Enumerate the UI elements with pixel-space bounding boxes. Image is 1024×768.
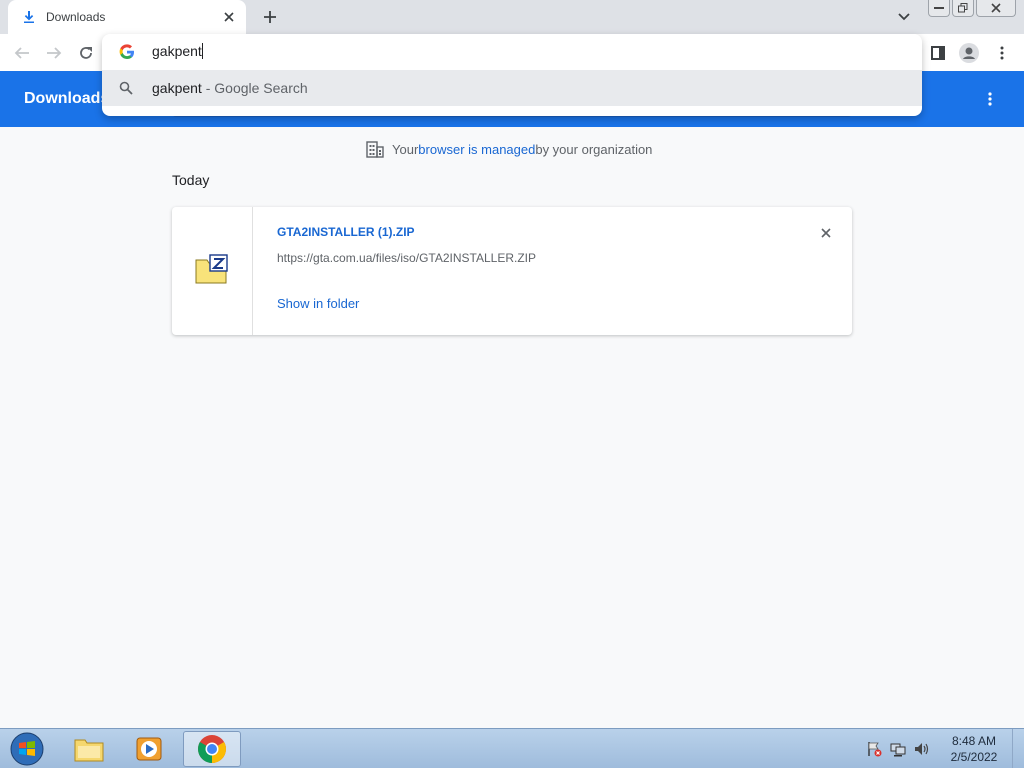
- restore-button[interactable]: [952, 0, 974, 17]
- clock-time: 8:48 AM: [951, 734, 997, 748]
- tab-title: Downloads: [46, 10, 106, 24]
- reload-icon[interactable]: [73, 40, 99, 66]
- window-controls: [928, 0, 1016, 17]
- network-icon[interactable]: [890, 741, 906, 757]
- managed-notice: Your browser is managed by your organiza…: [366, 140, 652, 158]
- profile-avatar-icon[interactable]: [956, 40, 982, 66]
- date-section-label: Today: [172, 172, 210, 188]
- text-caret: [201, 43, 203, 59]
- page-title: Downloads: [24, 90, 110, 107]
- start-button[interactable]: [4, 731, 50, 767]
- system-clock[interactable]: 8:48 AM 2/5/2022: [944, 733, 1004, 765]
- show-in-folder-link[interactable]: Show in folder: [277, 296, 359, 311]
- tab-strip: Downloads: [0, 0, 1024, 34]
- omnibox-dropdown: gakpent gakpent - Google Search: [102, 34, 922, 116]
- download-icon: [22, 10, 36, 24]
- side-panel-icon[interactable]: [925, 40, 951, 66]
- action-center-flag-icon[interactable]: [866, 741, 882, 757]
- suggestion-suffix: - Google Search: [201, 80, 308, 96]
- taskbar: 8:48 AM 2/5/2022: [0, 728, 1024, 768]
- omnibox-suggestion[interactable]: gakpent - Google Search: [102, 70, 922, 106]
- forward-arrow-icon[interactable]: [41, 40, 67, 66]
- suggestion-query: gakpent: [152, 80, 202, 96]
- managed-suffix: by your organization: [535, 141, 653, 157]
- address-bar[interactable]: gakpent: [102, 34, 922, 70]
- search-icon: [119, 81, 133, 95]
- file-source-url[interactable]: https://gta.com.ua/files/iso/GTA2INSTALL…: [277, 251, 536, 265]
- taskbar-chrome[interactable]: [183, 731, 241, 767]
- taskbar-file-explorer[interactable]: [60, 731, 118, 767]
- taskbar-media-player[interactable]: [120, 731, 178, 767]
- zip-file-icon: [195, 253, 229, 289]
- google-g-icon: [119, 44, 135, 60]
- clock-date: 2/5/2022: [950, 750, 998, 764]
- show-desktop-button[interactable]: [1012, 729, 1024, 768]
- building-icon: [366, 140, 384, 158]
- system-tray: [866, 741, 930, 757]
- download-item: GTA2INSTALLER (1).ZIP https://gta.com.ua…: [172, 207, 852, 335]
- volume-icon[interactable]: [914, 741, 930, 757]
- browser-menu-icon[interactable]: [989, 40, 1015, 66]
- new-tab-button[interactable]: [258, 6, 282, 28]
- close-window-button[interactable]: [976, 0, 1016, 17]
- file-name-link[interactable]: GTA2INSTALLER (1).ZIP: [277, 225, 415, 239]
- managed-prefix: Your: [392, 141, 419, 157]
- close-tab-icon[interactable]: [220, 8, 238, 26]
- tab-downloads[interactable]: Downloads: [8, 0, 246, 34]
- omnibox-input[interactable]: gakpent: [152, 43, 203, 59]
- remove-download-icon[interactable]: [818, 225, 834, 241]
- omnibox-text: gakpent: [152, 43, 202, 59]
- back-arrow-icon[interactable]: [9, 40, 35, 66]
- browser-managed-link[interactable]: browser is managed: [418, 142, 535, 157]
- file-icon-column: [172, 207, 253, 335]
- minimize-button[interactable]: [928, 0, 950, 17]
- more-actions-icon[interactable]: [978, 87, 1002, 111]
- tab-search-chevron-icon[interactable]: [894, 8, 914, 26]
